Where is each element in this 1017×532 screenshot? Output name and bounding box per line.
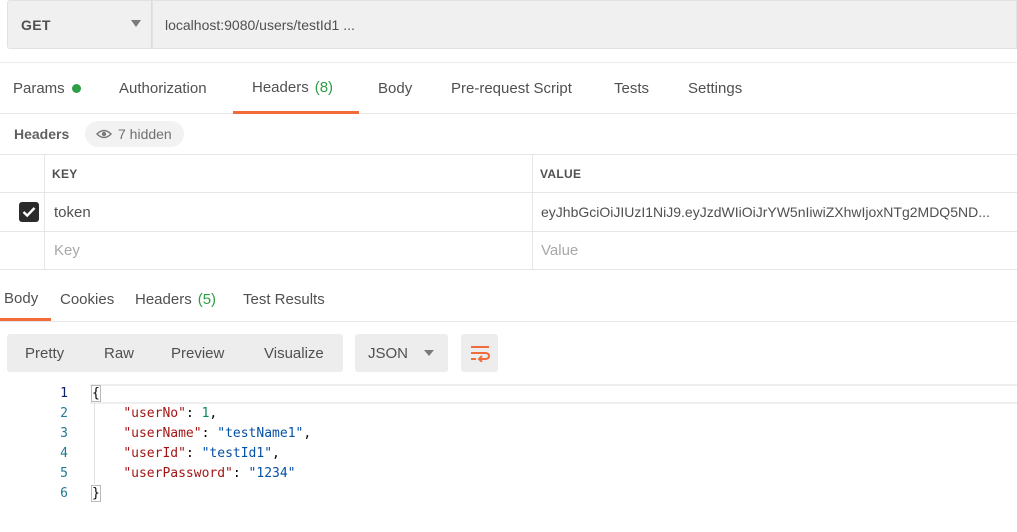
tab-settings[interactable]: Settings [688,63,742,114]
tab-label: Authorization [119,80,207,97]
column-divider [44,232,45,269]
tab-response-body[interactable]: Body [0,278,51,321]
current-line-highlight [90,384,1017,404]
json-comma: , [272,446,280,461]
tab-label: Tests [614,80,650,97]
line-number: 3 [60,426,68,441]
new-key-input[interactable]: Key [54,232,80,269]
json-comma: , [209,406,218,421]
tab-label: Test Results [243,291,325,308]
request-tabs: Params Authorization Headers (8) Body Pr… [0,62,1017,114]
tab-params[interactable]: Params [13,63,81,114]
method-label: GET [21,16,51,33]
line-number: 2 [60,406,68,421]
json-value: "1234" [248,466,296,481]
pretty-button[interactable]: Pretty [25,334,64,372]
tab-test-results[interactable]: Test Results [243,278,325,321]
column-divider [44,155,45,192]
code-text: "userNo": 1, [123,406,218,421]
table-row: token eyJhbGciOiJIUzI1NiJ9.eyJzdWIiOiJrY… [0,193,1017,232]
hidden-count-label: 7 hidden [118,126,172,142]
code-text: "userPassword": "1234" [123,466,296,481]
status-dot-icon [71,84,81,93]
visualize-button[interactable]: Visualize [264,334,324,372]
json-value: "testId1" [201,446,273,461]
preview-button[interactable]: Preview [171,334,224,372]
code-text: "userId": "testId1", [123,446,280,461]
column-divider [532,193,533,231]
row-checkbox[interactable] [19,202,39,222]
tab-label: Pre-request Script [451,80,572,97]
tab-cookies[interactable]: Cookies [60,278,114,321]
chevron-down-icon [131,20,141,27]
format-segmented-control: Pretty Raw Preview Visualize [7,334,343,372]
column-divider [532,155,533,192]
line-number: 4 [60,446,68,461]
tab-authorization[interactable]: Authorization [119,63,207,114]
tab-label: Cookies [60,291,115,308]
code-line: 6 } [0,484,1017,504]
eye-icon [96,129,112,139]
header-key-cell[interactable]: token [54,193,91,231]
line-number: 5 [60,466,68,481]
tab-label: Headers [252,78,309,96]
code-line: 1 { [0,384,1017,404]
raw-button[interactable]: Raw [104,334,134,372]
tab-body[interactable]: Body [378,63,412,114]
code-text: { [91,384,101,404]
line-number: 6 [60,486,68,501]
tab-tests[interactable]: Tests [614,63,649,114]
column-divider [532,232,533,269]
tab-label: Params [13,80,65,97]
response-tabs: Body Cookies Headers (5) Test Results [0,278,1017,322]
tab-label: Body [378,80,413,97]
code-line: 5 "userPassword": "1234" [0,464,1017,484]
tab-count: (8) [314,78,334,96]
wrap-lines-icon [470,346,490,362]
url-input[interactable]: localhost:9080/users/testId1 ... [152,0,1017,49]
checkmark-icon [22,207,36,218]
column-header-key: KEY [52,166,78,181]
code-line: 4 "userId": "testId1", [0,444,1017,464]
code-line: 2 "userNo": 1, [0,404,1017,424]
table-header-row: KEY VALUE [0,155,1017,193]
column-header-value: VALUE [540,166,582,181]
method-select[interactable]: GET [7,0,151,49]
tab-count: (5) [197,291,217,308]
open-brace: { [91,385,101,402]
table-row-new: Key Value [0,232,1017,270]
response-code-view[interactable]: 1 { 2 "userNo": 1, 3 "userName": "testNa… [0,384,1017,532]
json-key: "userName" [123,426,202,441]
wrap-lines-button[interactable] [461,334,498,372]
tab-label: Body [4,289,39,307]
code-text: } [91,484,101,504]
json-comma: , [303,426,312,441]
json-key: "userPassword" [123,466,233,481]
code-line: 3 "userName": "testName1", [0,424,1017,444]
request-bar: GET localhost:9080/users/testId1 ... [7,0,1017,49]
header-value-text: eyJhbGciOiJIUzI1NiJ9.eyJzdWIiOiJrYW5nIiw… [541,204,990,220]
column-divider [44,193,45,231]
chevron-down-icon [424,350,434,356]
header-value-cell[interactable]: eyJhbGciOiJIUzI1NiJ9.eyJzdWIiOiJrYW5nIiw… [541,193,1015,231]
language-label: JSON [368,344,409,362]
section-title: Headers [14,126,70,142]
code-text: "userName": "testName1", [123,426,312,441]
json-value: "testName1" [217,426,304,441]
tab-pre-request-script[interactable]: Pre-request Script [451,63,572,114]
close-brace: } [91,485,101,502]
new-value-input[interactable]: Value [541,232,578,269]
headers-section: Headers 7 hidden [0,114,1017,155]
tab-label: Headers [135,291,192,308]
checkbox-cell [19,193,39,231]
tab-label: Settings [688,80,743,97]
tab-headers[interactable]: Headers (8) [233,63,359,114]
hidden-headers-toggle[interactable]: 7 hidden [85,121,184,147]
language-select[interactable]: JSON [355,334,448,372]
json-key: "userNo" [123,406,186,421]
line-number: 1 [60,386,68,401]
json-key: "userId" [123,446,186,461]
tab-response-headers[interactable]: Headers (5) [135,278,216,321]
